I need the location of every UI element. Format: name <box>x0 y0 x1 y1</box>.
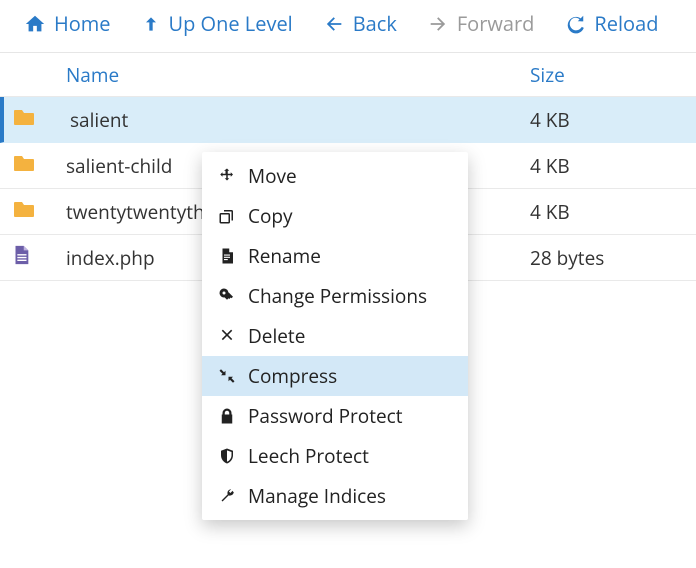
file-icon <box>10 242 32 274</box>
reload-button[interactable]: Reload <box>564 10 658 37</box>
menu-item-password-protect[interactable]: Password Protect <box>202 396 468 436</box>
menu-item-label: Manage Indices <box>248 483 386 509</box>
home-button[interactable]: Home <box>24 10 111 37</box>
copy-icon <box>216 207 238 225</box>
up-one-level-button[interactable]: Up One Level <box>141 10 293 37</box>
menu-item-change-permissions[interactable]: Change Permissions <box>202 276 468 316</box>
menu-item-copy[interactable]: Copy <box>202 196 468 236</box>
rename-icon <box>216 247 238 265</box>
folder-icon <box>10 197 38 227</box>
key-icon <box>216 287 238 305</box>
back-label: Back <box>353 10 397 37</box>
file-size: 4 KB <box>530 153 696 179</box>
table-row[interactable]: salient4 KB <box>0 97 696 143</box>
forward-arrow-icon <box>427 13 449 35</box>
reload-icon <box>564 13 586 35</box>
back-button[interactable]: Back <box>323 10 397 37</box>
menu-item-label: Rename <box>248 243 321 269</box>
up-arrow-icon <box>141 14 161 34</box>
compress-icon <box>216 367 238 385</box>
menu-item-manage-indices[interactable]: Manage Indices <box>202 476 468 516</box>
delete-icon <box>216 327 238 345</box>
file-size: 28 bytes <box>530 245 696 271</box>
folder-icon <box>10 151 38 181</box>
menu-item-label: Compress <box>248 363 337 389</box>
file-name: salient <box>70 107 530 133</box>
column-header-size[interactable]: Size <box>530 62 696 88</box>
home-icon <box>24 13 46 35</box>
menu-item-label: Change Permissions <box>248 283 427 309</box>
menu-item-delete[interactable]: Delete <box>202 316 468 356</box>
menu-item-leech-protect[interactable]: Leech Protect <box>202 436 468 476</box>
shield-icon <box>216 447 238 465</box>
menu-item-label: Move <box>248 163 297 189</box>
menu-item-rename[interactable]: Rename <box>202 236 468 276</box>
wrench-icon <box>216 487 238 505</box>
table-header: Name Size <box>0 53 696 97</box>
file-size: 4 KB <box>530 107 696 133</box>
menu-item-move[interactable]: Move <box>202 156 468 196</box>
context-menu: Move Copy Rename Change Permissions Delete Co… <box>202 152 468 520</box>
forward-button[interactable]: Forward <box>427 10 535 37</box>
back-arrow-icon <box>323 13 345 35</box>
menu-item-label: Password Protect <box>248 403 403 429</box>
menu-item-label: Leech Protect <box>248 443 369 469</box>
lock-icon <box>216 407 238 425</box>
forward-label: Forward <box>457 10 535 37</box>
column-header-name[interactable]: Name <box>66 62 530 88</box>
home-label: Home <box>54 10 111 37</box>
file-size: 4 KB <box>530 199 696 225</box>
move-icon <box>216 167 238 185</box>
menu-item-compress[interactable]: Compress <box>202 356 468 396</box>
up-label: Up One Level <box>169 10 293 37</box>
folder-icon <box>10 105 38 135</box>
menu-item-label: Delete <box>248 323 305 349</box>
reload-label: Reload <box>594 10 658 37</box>
menu-item-label: Copy <box>248 203 293 229</box>
toolbar: Home Up One Level Back Forward Reload <box>0 0 696 52</box>
